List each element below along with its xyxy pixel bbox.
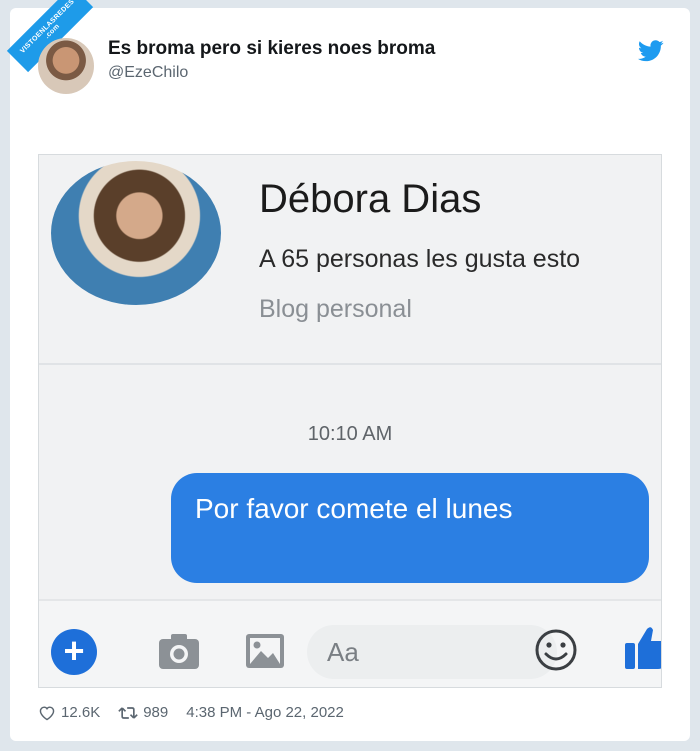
smiley-icon[interactable] <box>533 627 579 673</box>
plus-icon[interactable]: + <box>51 629 97 675</box>
retweet-icon[interactable] <box>118 705 138 721</box>
image-icon[interactable] <box>243 631 287 671</box>
tweet-footer: 12.6K 989 4:38 PM - Ago 22, 2022 <box>38 704 344 721</box>
heart-icon[interactable] <box>38 705 56 721</box>
tweet-timestamp[interactable]: 4:38 PM - Ago 22, 2022 <box>186 704 344 721</box>
retweet-stat[interactable]: 989 <box>118 704 168 721</box>
tweet-card: VISTOENLASREDES .com Es broma pero si ki… <box>6 0 690 741</box>
message-text: Por favor comete el lunes <box>195 493 513 524</box>
contact-category: Blog personal <box>259 295 412 323</box>
contact-profile-photo <box>51 161 221 305</box>
camera-icon[interactable] <box>157 631 201 671</box>
embedded-messenger-screenshot: Débora Dias A 65 personas les gusta esto… <box>38 154 662 688</box>
like-count: 12.6K <box>61 704 101 721</box>
contact-name: Débora Dias <box>259 177 482 221</box>
tweet-display-name[interactable]: Es broma pero si kieres noes broma <box>108 38 435 60</box>
like-stat[interactable]: 12.6K <box>38 704 100 721</box>
avatar[interactable] <box>38 38 94 94</box>
message-bubble: Por favor comete el lunes <box>171 473 649 583</box>
divider <box>39 363 661 365</box>
contact-likes: A 65 personas les gusta esto <box>259 245 581 273</box>
composer-bar: + <box>39 599 662 687</box>
twitter-bird-icon[interactable] <box>638 40 664 62</box>
message-timestamp: 10:10 AM <box>307 423 393 445</box>
retweet-count: 989 <box>143 704 169 721</box>
message-input[interactable] <box>307 625 557 679</box>
tweet-handle[interactable]: @EzeChilo <box>108 64 188 82</box>
thumbs-up-icon[interactable] <box>623 623 662 671</box>
